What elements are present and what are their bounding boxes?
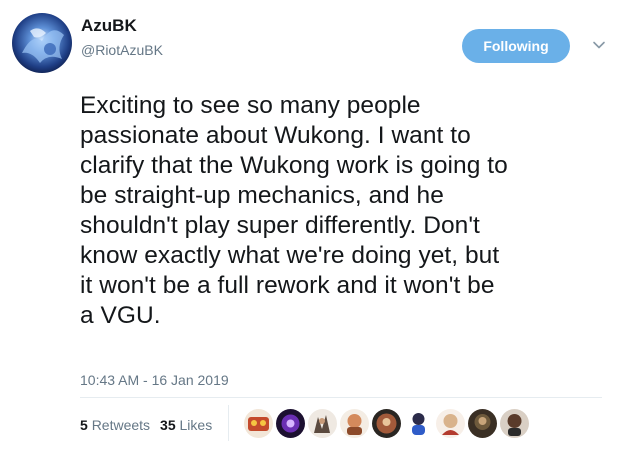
stats-separator bbox=[228, 405, 229, 441]
likes-stat[interactable]: 35 Likes bbox=[160, 417, 212, 433]
display-name[interactable]: AzuBK bbox=[81, 16, 137, 36]
tweet-line: a VGU. bbox=[80, 302, 161, 329]
liker-avatar[interactable] bbox=[500, 409, 529, 438]
liker-avatar[interactable] bbox=[340, 409, 369, 438]
tweet-line: Exciting to see so many people bbox=[80, 92, 421, 119]
tweet-line: be straight-up mechanics, and he bbox=[80, 182, 444, 209]
retweets-count: 5 bbox=[80, 417, 88, 433]
following-button[interactable]: Following bbox=[462, 29, 570, 63]
tweet-line: shouldn't play super differently. Don't bbox=[80, 212, 480, 239]
profile-avatar[interactable] bbox=[12, 13, 72, 73]
chevron-down-icon[interactable] bbox=[592, 38, 606, 52]
liker-avatar[interactable] bbox=[276, 409, 305, 438]
user-handle[interactable]: @RiotAzuBK bbox=[81, 42, 163, 58]
divider bbox=[80, 397, 602, 398]
engagement-stats: 5 Retweets 35 Likes bbox=[80, 417, 212, 433]
tweet-card: AzuBK @RiotAzuBK Following Exciting to s… bbox=[0, 0, 640, 454]
retweets-label: Retweets bbox=[91, 417, 151, 433]
tweet-line: know exactly what we're doing yet, but bbox=[80, 242, 500, 269]
liker-avatar[interactable] bbox=[404, 409, 433, 438]
tweet-timestamp[interactable]: 10:43 AM - 16 Jan 2019 bbox=[80, 372, 229, 388]
liker-avatars bbox=[244, 409, 532, 438]
liker-avatar[interactable] bbox=[436, 409, 465, 438]
tweet-text: Exciting to see so many people passionat… bbox=[80, 91, 620, 331]
liker-avatar[interactable] bbox=[372, 409, 401, 438]
tweet-line: it won't be a full rework and it won't b… bbox=[80, 272, 495, 299]
liker-avatar[interactable] bbox=[308, 409, 337, 438]
liker-avatar[interactable] bbox=[244, 409, 273, 438]
likes-count: 35 bbox=[160, 417, 176, 433]
tweet-line: passionate about Wukong. I want to bbox=[80, 122, 471, 149]
retweets-stat[interactable]: 5 Retweets bbox=[80, 417, 150, 433]
tweet-line: clarify that the Wukong work is going to bbox=[80, 152, 508, 179]
liker-avatar[interactable] bbox=[468, 409, 497, 438]
profile-avatar-image bbox=[12, 13, 72, 73]
likes-label: Likes bbox=[179, 417, 213, 433]
